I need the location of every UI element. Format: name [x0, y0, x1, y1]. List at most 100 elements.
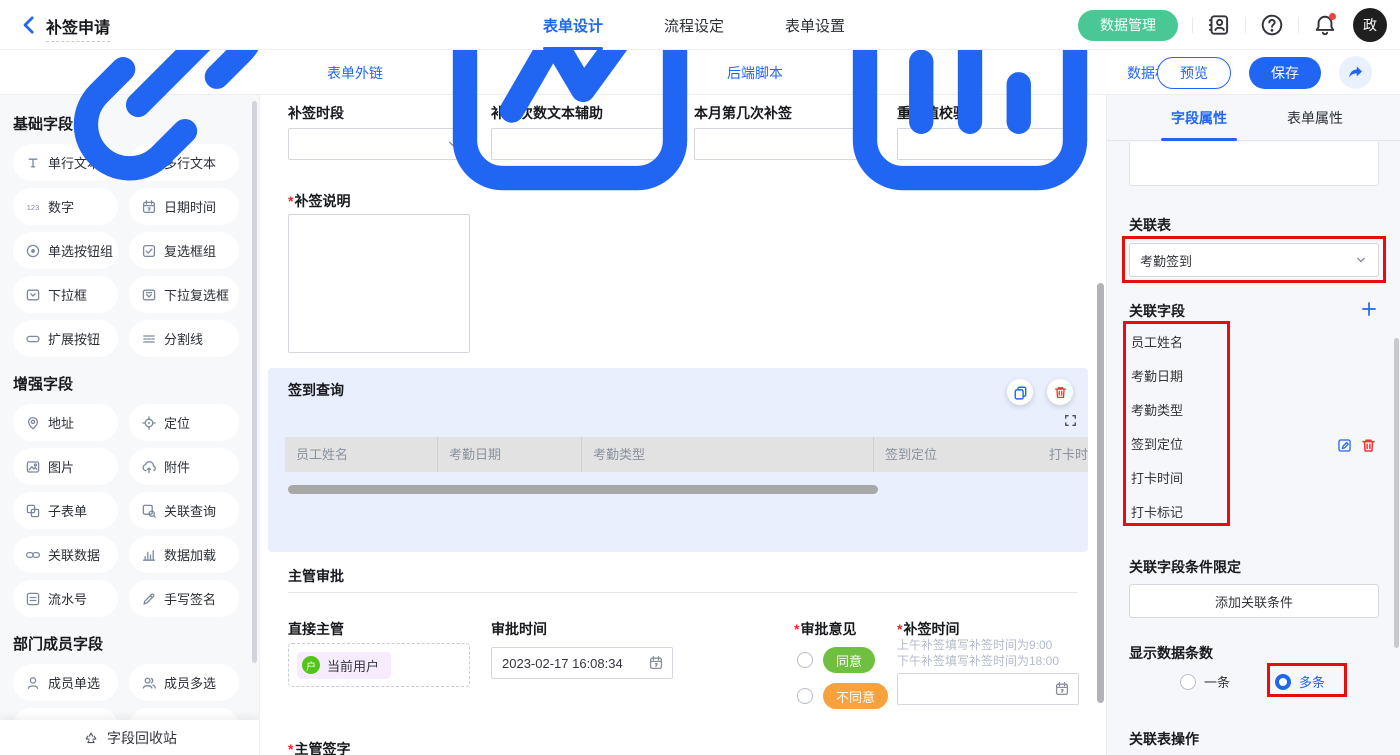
table-column-header: 员工姓名: [285, 437, 438, 472]
partial-input[interactable]: [1129, 142, 1379, 186]
resign-time-input[interactable]: [897, 673, 1079, 705]
field-type-pill[interactable]: 分割线: [129, 320, 239, 357]
table-column-header: 签到定位: [874, 437, 1038, 472]
table-column-header: 打卡时间: [1038, 437, 1088, 472]
header-tab[interactable]: 表单设计: [543, 0, 603, 50]
current-user-tag: 户 当前用户: [297, 652, 391, 679]
separator: [1298, 17, 1299, 33]
related-field-item[interactable]: 员工姓名: [1131, 326, 1183, 360]
back-icon[interactable]: [18, 14, 40, 36]
table-column-header: 考勤日期: [438, 437, 582, 472]
radio-selected-icon: [1275, 674, 1291, 690]
share-arrow-icon: [1347, 64, 1364, 81]
preview-button[interactable]: 预览: [1157, 57, 1231, 89]
tab-field-properties[interactable]: 字段属性: [1154, 95, 1244, 141]
radio-option-multiple[interactable]: 多条: [1275, 672, 1325, 691]
panel-tabs: 字段属性 表单属性: [1107, 95, 1400, 141]
field-type-pill[interactable]: 附件: [129, 448, 239, 485]
query-table-header: 员工姓名 考勤日期 考勤类型 签到定位 打卡时间: [285, 437, 1088, 472]
field-type-pill[interactable]: 地址: [13, 404, 118, 441]
add-field-plus-icon[interactable]: [1360, 300, 1378, 318]
field-type-pill[interactable]: 关联查询: [129, 492, 239, 529]
help-icon[interactable]: [1260, 13, 1284, 37]
related-field-item[interactable]: 签到定位: [1131, 428, 1183, 462]
related-table-label: 关联表: [1129, 215, 1171, 235]
radio-icon: [797, 688, 813, 704]
section-divider: [288, 592, 1078, 593]
separator: [1192, 17, 1193, 33]
related-field-item[interactable]: 考勤日期: [1131, 360, 1183, 394]
related-field-item[interactable]: 打卡标记: [1131, 496, 1183, 530]
related-fields-list: 员工姓名 考勤日期 考勤类型 签到定位 打卡时间 打卡标记: [1131, 326, 1183, 530]
textarea-resign-note[interactable]: [288, 214, 470, 353]
related-field-item[interactable]: 打卡时间: [1131, 462, 1183, 496]
field-label: *审批意见: [794, 619, 856, 639]
related-table-select[interactable]: 考勤签到: [1129, 243, 1379, 277]
field-type-pill[interactable]: 子表单: [13, 492, 118, 529]
field-type-pill[interactable]: 定位: [129, 404, 239, 441]
field-type-pill[interactable]: 单选按钮组: [13, 232, 118, 269]
section-title-enhanced: 增强字段: [13, 373, 259, 394]
copy-icon: [1013, 385, 1028, 400]
condition-label: 关联字段条件限定: [1129, 557, 1241, 577]
delete-widget-button[interactable]: [1047, 379, 1073, 405]
divider-title: 主管审批: [288, 566, 344, 586]
radio-option-agree[interactable]: 同意: [797, 647, 875, 673]
table-horizontal-scrollbar[interactable]: [288, 485, 878, 494]
share-button[interactable]: [1339, 56, 1372, 89]
header-tab[interactable]: 流程设定: [664, 0, 724, 50]
related-field-item[interactable]: 考勤类型: [1131, 394, 1183, 428]
form-designer-app: 补签申请 表单设计 流程设定 表单设置 数据管理: [0, 0, 1400, 755]
save-button[interactable]: 保存: [1249, 57, 1321, 89]
toolbar-link[interactable]: 表单外链: [20, 50, 383, 95]
data-manage-button[interactable]: 数据管理: [1078, 10, 1178, 41]
field-type-pill[interactable]: 成员多选: [129, 664, 239, 701]
field-type-pill[interactable]: 流水号: [13, 580, 118, 617]
radio-option-single[interactable]: 一条: [1180, 672, 1230, 691]
expand-icon[interactable]: [1063, 413, 1078, 428]
field-type-pill[interactable]: 扩展按钮: [13, 320, 118, 357]
field-type-pill[interactable]: 关联数据: [13, 536, 118, 573]
notification-dot: [1329, 13, 1336, 20]
user-avatar[interactable]: 政: [1353, 8, 1387, 42]
section-title-member: 部门成员字段: [13, 633, 259, 654]
approval-time-input[interactable]: 2023-02-17 16:08:34: [491, 647, 673, 679]
table-column-header: 考勤类型: [582, 437, 874, 472]
calendar-icon: [1054, 681, 1070, 697]
trash-icon[interactable]: [1360, 437, 1377, 454]
panel-scrollbar[interactable]: [1394, 338, 1399, 648]
radio-option-disagree[interactable]: 不同意: [797, 683, 888, 709]
active-tab-underline: [1161, 138, 1237, 141]
toolbar-link[interactable]: 数据权限: [820, 50, 1183, 95]
field-label: 审批时间: [491, 619, 547, 639]
widget-title: 签到查询: [288, 380, 344, 400]
sign-in-query-widget[interactable]: 签到查询 员工姓名 考勤日期 考勤类型 签到定位 打卡时间: [268, 368, 1088, 552]
field-recycle-bin[interactable]: 字段回收站: [0, 720, 260, 755]
direct-manager-field[interactable]: 户 当前用户: [288, 643, 470, 687]
add-condition-button[interactable]: 添加关联条件: [1129, 584, 1379, 618]
field-type-pill[interactable]: 数据加载: [129, 536, 239, 573]
header-tab[interactable]: 表单设置: [785, 0, 845, 50]
contacts-icon[interactable]: [1207, 13, 1231, 37]
toolbar-link[interactable]: 后端脚本: [420, 50, 783, 95]
canvas-scrollbar[interactable]: [1097, 283, 1104, 703]
field-label: 直接主管: [288, 619, 344, 639]
resign-time-hint-1: 上午补签填写补签时间为9:00: [897, 636, 1052, 653]
edit-icon[interactable]: [1336, 437, 1353, 454]
field-type-pill[interactable]: 手写签名: [129, 580, 239, 617]
form-title[interactable]: 补签申请: [46, 14, 110, 42]
duplicate-widget-button[interactable]: [1007, 379, 1033, 405]
resign-time-hint-2: 下午补签填写补签时间为18:00: [897, 652, 1059, 669]
field-type-pill[interactable]: 图片: [13, 448, 118, 485]
notification-bell-icon[interactable]: [1313, 13, 1337, 37]
field-type-pill[interactable]: 下拉框: [13, 276, 118, 313]
tab-form-properties[interactable]: 表单属性: [1279, 95, 1351, 141]
properties-panel: 字段属性 表单属性 关联表 考勤签到 关联字段 员工姓名 考勤日期 考勤类型: [1106, 95, 1400, 755]
enhanced-field-grid: 地址 定位 图片 附件: [0, 404, 259, 617]
user-house-icon: 户: [302, 656, 320, 674]
field-type-pill[interactable]: 下拉复选框: [129, 276, 239, 313]
field-type-pill[interactable]: 成员单选: [13, 664, 118, 701]
field-type-pill[interactable]: 复选框组: [129, 232, 239, 269]
display-count-label: 显示数据条数: [1129, 643, 1213, 663]
chevron-down-icon: [1353, 252, 1369, 268]
